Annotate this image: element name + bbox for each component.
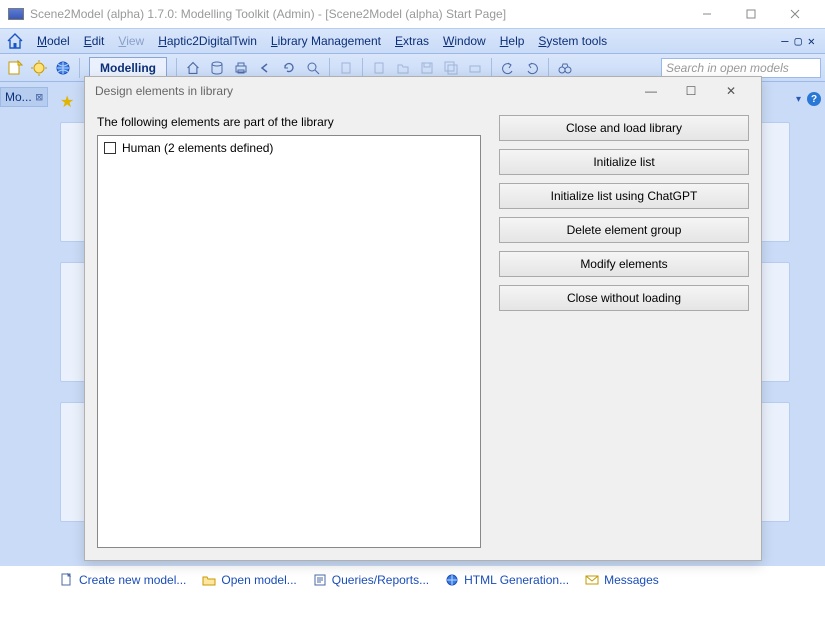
chevron-down-icon[interactable]: ▾	[796, 94, 801, 105]
list-item[interactable]: Human (2 elements defined)	[104, 140, 474, 156]
menu-bar: Model Edit View Haptic2DigitalTwin Libra…	[0, 28, 825, 54]
menu-edit[interactable]: Edit	[77, 29, 112, 53]
delete-group-button[interactable]: Delete element group	[499, 217, 749, 243]
menu-model[interactable]: Model	[30, 29, 77, 53]
help-icon[interactable]: ?	[807, 92, 821, 106]
explorer-tab-label: Mo...	[5, 90, 32, 104]
dialog-body: The following elements are part of the l…	[85, 105, 761, 560]
home-icon[interactable]	[6, 32, 24, 50]
search-input[interactable]: Search in open models	[661, 58, 821, 78]
dialog-caption: The following elements are part of the l…	[97, 115, 481, 129]
link-messages[interactable]: Messages	[585, 573, 659, 587]
close-button[interactable]	[773, 0, 817, 28]
window-titlebar: Scene2Model (alpha) 1.7.0: Modelling Too…	[0, 0, 825, 28]
maximize-button[interactable]	[729, 0, 773, 28]
link-messages-label: Messages	[604, 573, 659, 587]
dialog-titlebar[interactable]: Design elements in library — ☐ ✕	[85, 77, 761, 105]
link-queries[interactable]: Queries/Reports...	[313, 573, 429, 587]
envelope-icon	[585, 573, 599, 587]
dialog-maximize-button[interactable]: ☐	[671, 84, 711, 98]
elements-listbox[interactable]: Human (2 elements defined)	[97, 135, 481, 548]
mdi-minimize-button[interactable]: –	[781, 34, 788, 48]
design-elements-dialog: Design elements in library — ☐ ✕ The fol…	[84, 76, 762, 561]
close-load-button[interactable]: Close and load library	[499, 115, 749, 141]
link-open-model-label: Open model...	[221, 573, 296, 587]
dialog-title: Design elements in library	[95, 84, 631, 98]
menu-window[interactable]: Window	[436, 29, 493, 53]
start-page-linkbar: Create new model... Open model... Querie…	[60, 569, 821, 591]
page-header-controls: ▾ ?	[796, 92, 821, 106]
report-icon	[313, 573, 327, 587]
link-open-model[interactable]: Open model...	[202, 573, 296, 587]
html-globe-icon	[445, 573, 459, 587]
minimize-button[interactable]	[685, 0, 729, 28]
initialize-gpt-button[interactable]: Initialize list using ChatGPT	[499, 183, 749, 209]
menu-system[interactable]: System tools	[531, 29, 614, 53]
dialog-left-panel: The following elements are part of the l…	[97, 115, 481, 548]
dialog-button-panel: Close and load library Initialize list I…	[499, 115, 749, 548]
link-html-gen-label: HTML Generation...	[464, 573, 569, 587]
explorer-tab[interactable]: Mo... ⊠	[0, 87, 48, 107]
menu-view[interactable]: View	[111, 29, 151, 53]
explorer-tab-close-icon[interactable]: ⊠	[36, 90, 43, 104]
window-controls	[685, 0, 817, 28]
link-html-gen[interactable]: HTML Generation...	[445, 573, 569, 587]
favorite-star-icon[interactable]: ★	[60, 92, 74, 112]
mdi-close-button[interactable]: ✕	[808, 34, 815, 48]
menu-help[interactable]: Help	[493, 29, 532, 53]
window-title: Scene2Model (alpha) 1.7.0: Modelling Too…	[30, 7, 685, 21]
app-icon	[8, 8, 24, 20]
dialog-minimize-button[interactable]: —	[631, 84, 671, 98]
list-item-label: Human (2 elements defined)	[122, 141, 273, 155]
initialize-button[interactable]: Initialize list	[499, 149, 749, 175]
folder-open-icon	[202, 573, 216, 587]
dialog-close-button[interactable]: ✕	[711, 84, 751, 98]
menu-extras[interactable]: Extras	[388, 29, 436, 53]
new-model-icon[interactable]	[4, 57, 26, 79]
mdi-restore-button[interactable]: ▢	[795, 34, 802, 48]
wizard-icon[interactable]	[28, 57, 50, 79]
menu-haptic[interactable]: Haptic2DigitalTwin	[151, 29, 264, 53]
modify-elements-button[interactable]: Modify elements	[499, 251, 749, 277]
menu-library[interactable]: Library Management	[264, 29, 388, 53]
link-queries-label: Queries/Reports...	[332, 573, 429, 587]
link-create-model-label: Create new model...	[79, 573, 186, 587]
globe-icon[interactable]	[52, 57, 74, 79]
mdi-window-controls: – ▢ ✕	[781, 34, 821, 48]
checkbox-icon[interactable]	[104, 142, 116, 154]
document-icon	[60, 573, 74, 587]
link-create-model[interactable]: Create new model...	[60, 573, 186, 587]
close-no-load-button[interactable]: Close without loading	[499, 285, 749, 311]
